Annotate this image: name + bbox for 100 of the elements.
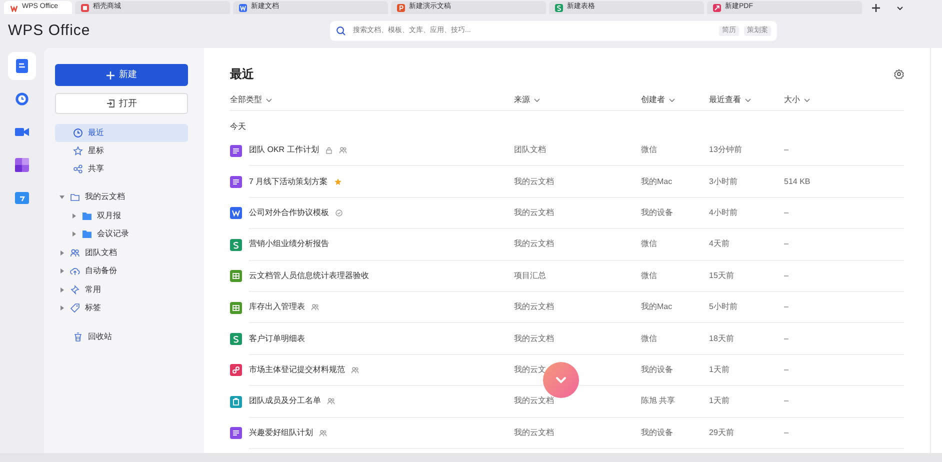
- clock-icon: [73, 128, 83, 138]
- table-cell: 4小时前: [709, 206, 738, 219]
- tree-item[interactable]: 自动备份: [55, 262, 117, 280]
- scrollbar[interactable]: [930, 48, 942, 453]
- column-header[interactable]: 全部类型: [230, 94, 273, 106]
- cloud-upload-icon: [70, 266, 80, 276]
- calendar-icon: [14, 190, 30, 206]
- caret-right-icon: [59, 305, 65, 312]
- table-cell: –: [784, 144, 788, 156]
- note-icon: [230, 427, 242, 440]
- word-icon: [239, 4, 247, 12]
- share-icon: [73, 164, 83, 174]
- table-cell: 我的云文档: [514, 176, 554, 188]
- table-cell: 18天前: [709, 332, 734, 345]
- column-header[interactable]: 最近查看: [709, 94, 752, 106]
- table-cell: 我的设备: [641, 364, 673, 376]
- chevron-down-icon: [668, 96, 676, 104]
- trash-item[interactable]: 回收站: [55, 328, 188, 346]
- nav-item[interactable]: 共享: [55, 160, 188, 178]
- chevron-down-icon: [803, 96, 811, 104]
- column-header[interactable]: 来源: [514, 94, 541, 106]
- file-name[interactable]: 兴趣爱好组队计划: [249, 426, 313, 439]
- apps-icon: [14, 157, 30, 173]
- tag-icon: [70, 303, 80, 314]
- table-cell: 我的云文: [514, 364, 546, 376]
- table-cell: 我的云文档: [514, 206, 554, 219]
- tree-item[interactable]: 会议记录: [55, 225, 129, 244]
- nav-item[interactable]: 星标: [55, 142, 188, 160]
- caret-right-icon: [71, 231, 77, 238]
- table-cell: 微信: [641, 270, 657, 282]
- file-name[interactable]: 营销小组业绩分析报告: [249, 238, 329, 250]
- table-cell: –: [784, 364, 788, 376]
- folder-icon: [82, 229, 92, 240]
- table-cell: 我的云文档: [514, 426, 554, 439]
- folder-icon: [82, 210, 92, 221]
- table-cell: 1天前: [709, 395, 730, 408]
- new-button[interactable]: 新建: [55, 64, 188, 86]
- settings-icon: [894, 69, 904, 79]
- caret-right-icon: [59, 268, 65, 274]
- app-title: WPS Office: [7, 20, 92, 41]
- tree-item[interactable]: 常用: [55, 280, 101, 299]
- settings-button[interactable]: [894, 69, 904, 79]
- spreadsheet-icon: [230, 238, 242, 251]
- table-cell: 我的设备: [641, 206, 673, 219]
- pdf-icon: [230, 364, 242, 376]
- note-icon: [230, 176, 242, 188]
- table-cell: 我的Mac: [641, 301, 672, 314]
- folder-icon: [70, 192, 80, 202]
- people-icon: [70, 248, 80, 258]
- table-cell: –: [784, 270, 788, 282]
- pdf-icon: [713, 4, 721, 12]
- table-cell: 我的Mac: [641, 176, 672, 188]
- table-cell: 我的云文档: [514, 332, 554, 345]
- file-name[interactable]: 团队成员及分工名单: [249, 395, 321, 408]
- file-name[interactable]: 团队 OKR 工作计划: [249, 144, 319, 156]
- table-cell: 微信: [641, 332, 657, 345]
- plus-icon: [871, 2, 881, 12]
- note-icon: [230, 144, 242, 157]
- table-cell: 5小时前: [709, 301, 738, 314]
- chevron-down-icon: [533, 96, 541, 104]
- tree-item[interactable]: 标签: [55, 299, 101, 318]
- table-cell: –: [784, 426, 788, 439]
- file-name[interactable]: 7 月线下活动策划方案: [249, 176, 328, 188]
- file-name[interactable]: 库存出入管理表: [249, 301, 305, 314]
- tree-item[interactable]: 团队文档: [55, 244, 117, 262]
- file-name[interactable]: 市场主体登记提交材料规范: [249, 364, 345, 376]
- file-name[interactable]: 客户订单明细表: [249, 332, 305, 345]
- open-button[interactable]: 打开: [55, 93, 188, 114]
- clock-icon: [14, 91, 30, 107]
- column-header[interactable]: 大小: [784, 94, 811, 106]
- table-cell: 我的云文档: [514, 238, 554, 250]
- file-name[interactable]: 云文档管人员信息统计表理器验收: [249, 270, 369, 282]
- table-cell: 项目汇总: [514, 270, 546, 282]
- spreadsheet-icon: [230, 333, 242, 346]
- nav-item[interactable]: 最近: [55, 124, 188, 142]
- tree-item[interactable]: 我的云文档: [55, 188, 125, 206]
- table-icon: [230, 270, 242, 282]
- documents-icon: [14, 58, 30, 74]
- table-cell: 4天前: [709, 238, 730, 250]
- chevron-down-icon: [896, 4, 904, 12]
- table-cell: –: [784, 395, 788, 408]
- page-title: 最近: [230, 66, 254, 83]
- caret-right-icon: [59, 250, 65, 256]
- word-icon: [230, 207, 242, 220]
- sidebar-app-button[interactable]: [8, 52, 36, 80]
- tree-item[interactable]: 双月报: [55, 206, 121, 225]
- table-cell: 13分钟前: [709, 144, 742, 156]
- spreadsheet-icon: [555, 4, 563, 12]
- star-icon: [73, 146, 83, 156]
- trash-icon: [73, 332, 83, 342]
- table-cell: 15天前: [709, 270, 734, 282]
- table-cell: –: [784, 238, 788, 250]
- presentation-icon: [397, 4, 405, 12]
- open-file-icon: [106, 99, 115, 108]
- search-icon: [336, 26, 346, 36]
- caret-right-icon: [71, 212, 77, 219]
- column-header[interactable]: 创建者: [641, 94, 676, 106]
- table-cell: 3小时前: [709, 176, 738, 188]
- plus-icon: [106, 70, 115, 80]
- file-name[interactable]: 公司对外合作协议模板: [249, 206, 329, 219]
